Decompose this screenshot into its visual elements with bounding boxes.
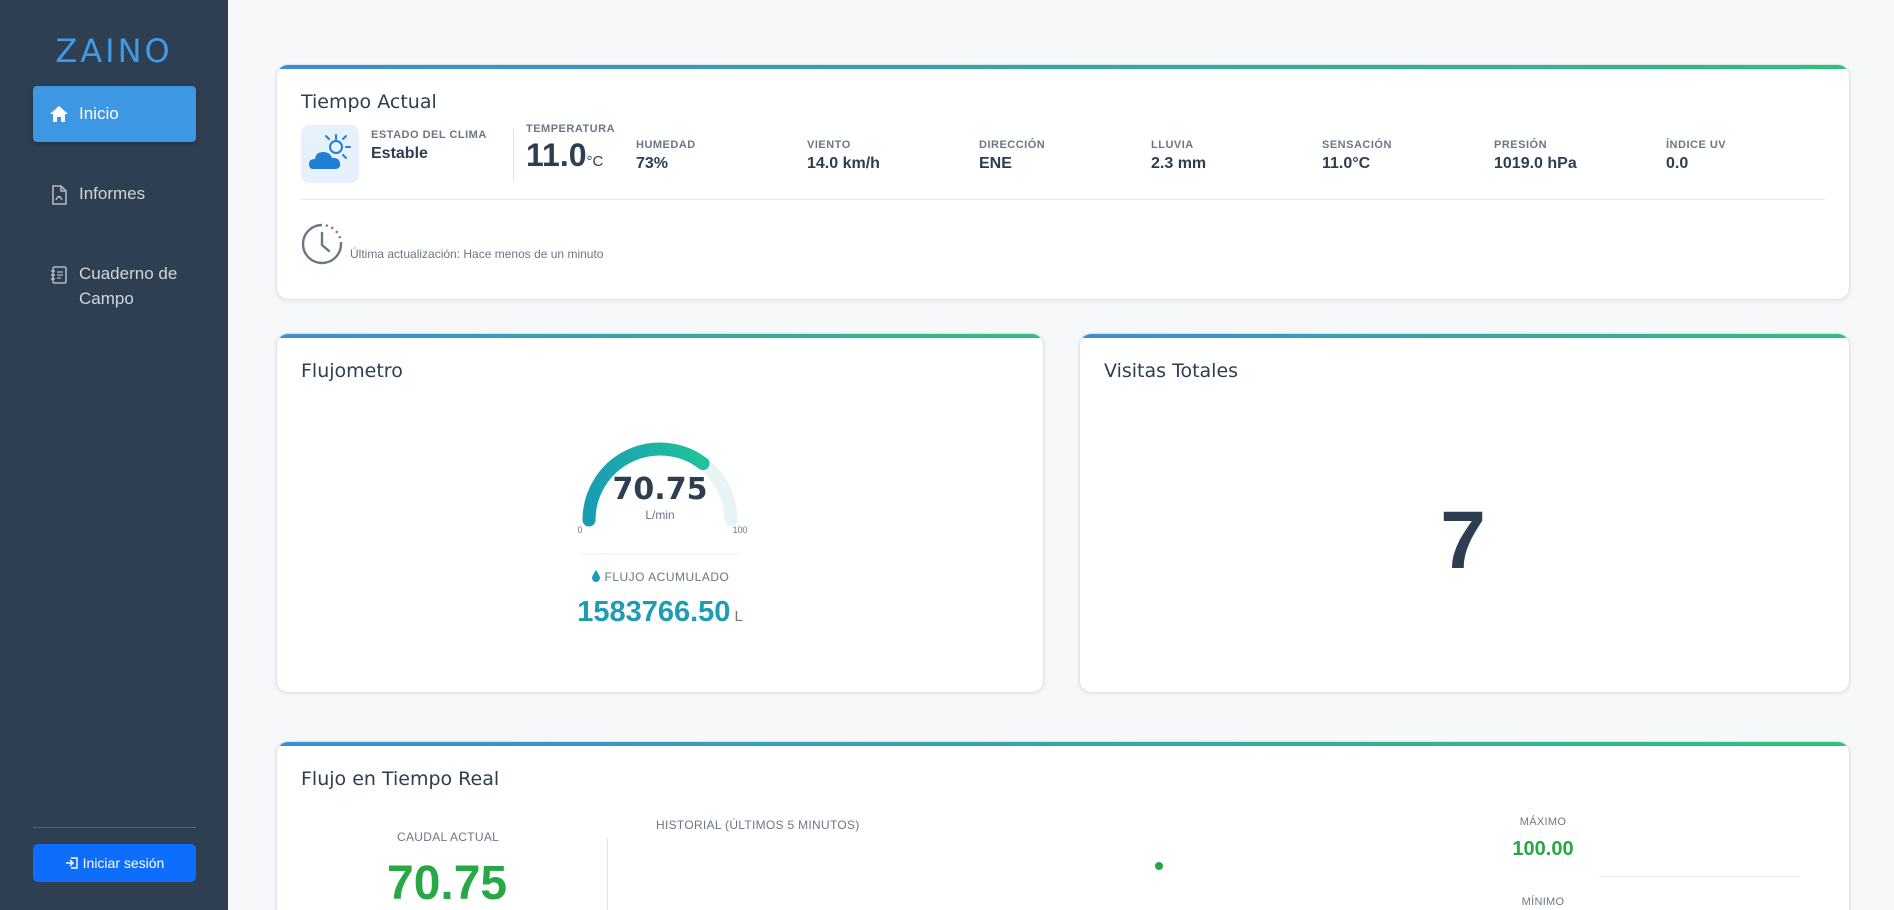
metric-viento: VIENTO 14.0 km/h (807, 139, 880, 173)
history-data-point (1155, 862, 1163, 870)
weather-icon-box (301, 125, 359, 183)
brand-logo: ZAINO (55, 32, 173, 70)
gauge-unit: L/min (645, 508, 674, 522)
last-update-text: Última actualización: Hace menos de un m… (350, 247, 604, 261)
sidebar-item-informes[interactable]: Informes (33, 184, 196, 205)
accumulated-flow-unit: L (734, 608, 743, 625)
stats-divider (1599, 876, 1799, 877)
metric-presion: PRESIÓN 1019.0 hPa (1494, 139, 1577, 173)
metric-label: SENSACIÓN (1322, 139, 1392, 151)
metric-sensacion: SENSACIÓN 11.0°C (1322, 139, 1392, 173)
min-label: MÍNIMO (1521, 896, 1565, 908)
weather-state-value: Estable (371, 145, 428, 162)
gauge-value: 70.75 (613, 472, 708, 507)
realtime-separator (607, 838, 608, 910)
weather-card: Tiempo Actual ESTADO DEL CLIMA Estable T… (276, 64, 1850, 300)
gauge-max-label: 100 (732, 525, 747, 535)
weather-separator (513, 129, 514, 181)
sign-in-icon (65, 857, 78, 869)
current-flow-value: 70.75 (387, 857, 508, 910)
metric-value: 11.0°C (1322, 155, 1371, 172)
metric-direccion: DIRECCIÓN ENE (979, 139, 1045, 173)
accumulated-flow: 1583766.50 L (277, 596, 1043, 629)
sidebar-item-label: Informes (79, 184, 146, 203)
metric-label: HUMEDAD (636, 139, 696, 151)
accumulated-flow-label: FLUJO ACUMULADO (277, 570, 1043, 584)
card-title: Flujo en Tiempo Real (301, 768, 500, 790)
temperature-unit: °C (586, 153, 604, 170)
flowmeter-card: Flujometro 70.75 L/min 0 100 FLUJO ACUMU… (276, 333, 1044, 693)
accumulated-flow-value: 1583766.50 (577, 596, 731, 628)
metric-humedad: HUMEDAD 73% (636, 139, 696, 173)
metric-label: LLUVIA (1151, 139, 1194, 151)
metric-value: 0.0 (1666, 155, 1689, 172)
sidebar: ZAINO Inicio Informes Cuaderno de Campo … (0, 0, 228, 910)
login-label: Iniciar sesión (82, 855, 165, 871)
card-title: Tiempo Actual (301, 91, 437, 113)
visits-count: 7 (1440, 495, 1486, 586)
water-drop-icon (591, 570, 600, 582)
max-label: MÁXIMO (1519, 816, 1567, 828)
metric-label: VIENTO (807, 139, 851, 151)
weather-temperature: TEMPERATURA 11.0°C (526, 123, 615, 174)
home-icon (50, 106, 68, 122)
weather-state: ESTADO DEL CLIMA Estable (371, 129, 487, 163)
metric-lluvia: LLUVIA 2.3 mm (1151, 139, 1206, 173)
max-value: 100.00 (1512, 838, 1574, 860)
visits-card: Visitas Totales 7 (1079, 333, 1850, 693)
sidebar-item-label: Inicio (79, 104, 119, 123)
weather-state-label: ESTADO DEL CLIMA (371, 129, 487, 141)
metric-label: DIRECCIÓN (979, 139, 1046, 151)
accumulated-flow-label-text: FLUJO ACUMULADO (604, 570, 730, 584)
sidebar-item-label: Cuaderno de Campo (79, 264, 178, 308)
sidebar-item-cuaderno[interactable]: Cuaderno de Campo (33, 261, 196, 311)
metric-value: 1019.0 hPa (1494, 155, 1577, 172)
metric-label: PRESIÓN (1494, 139, 1548, 151)
sidebar-divider (33, 827, 196, 828)
pdf-file-icon (52, 185, 67, 205)
sidebar-item-inicio[interactable]: Inicio (33, 86, 196, 142)
current-flow-label: CAUDAL ACTUAL (397, 830, 500, 844)
weather-divider (301, 199, 1825, 200)
history-label: HISTORIAL (ÚLTIMOS 5 MINUTOS) (656, 818, 860, 832)
notebook-icon (51, 266, 67, 284)
metric-label: ÍNDICE UV (1666, 139, 1727, 151)
gauge-min-label: 0 (577, 525, 582, 535)
flow-gauge: 70.75 L/min 0 100 (577, 442, 748, 555)
metric-value: ENE (979, 155, 1012, 172)
metric-value: 14.0 km/h (807, 155, 880, 172)
clock-icon (301, 223, 343, 265)
metric-indice-uv: ÍNDICE UV 0.0 (1666, 139, 1726, 173)
metric-value: 2.3 mm (1151, 155, 1207, 172)
realtime-flow-card: Flujo en Tiempo Real CAUDAL ACTUAL 70.75… (276, 741, 1850, 910)
partly-sunny-cloud-icon (309, 134, 351, 169)
temperature-value: 11.0 (526, 137, 587, 173)
temperature-label: TEMPERATURA (526, 123, 616, 135)
card-title: Visitas Totales (1104, 360, 1239, 382)
metric-value: 73% (636, 155, 669, 172)
login-button[interactable]: Iniciar sesión (33, 844, 196, 882)
